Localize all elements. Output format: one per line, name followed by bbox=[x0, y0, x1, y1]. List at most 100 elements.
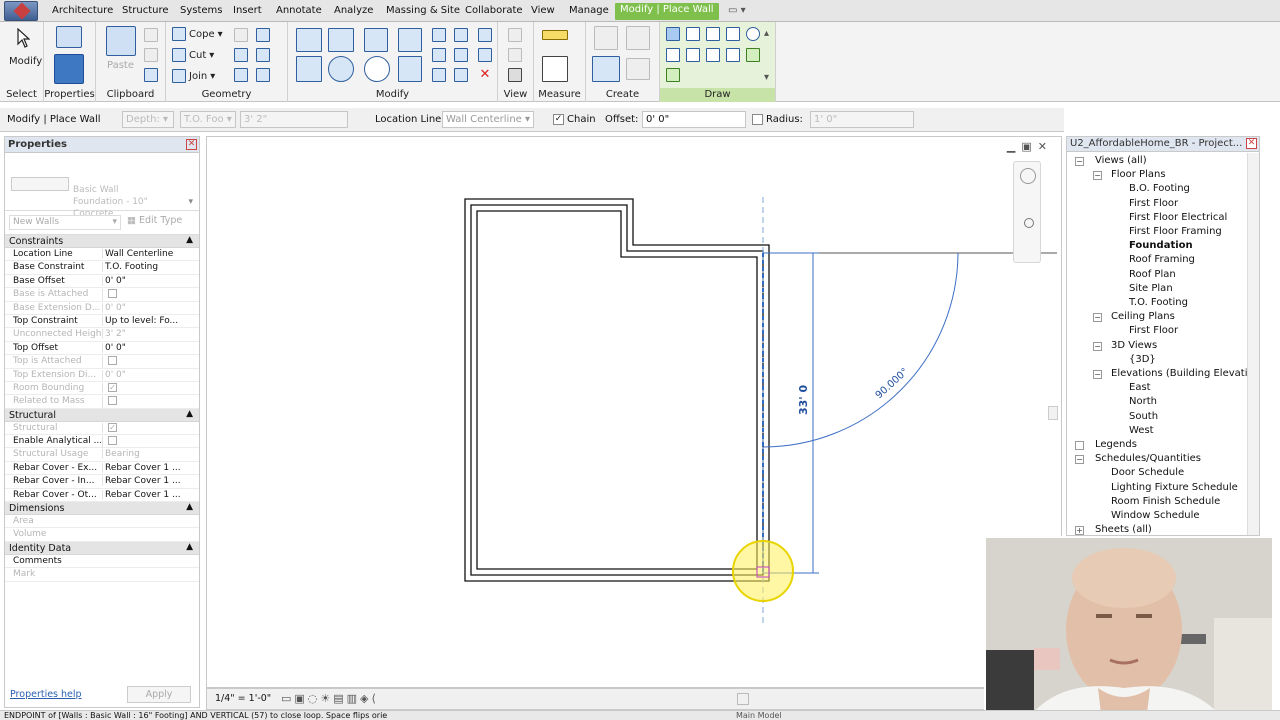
collapse-icon[interactable]: ▲ bbox=[186, 502, 193, 512]
collapse-icon[interactable] bbox=[1075, 441, 1084, 450]
collapse-icon[interactable]: − bbox=[1093, 370, 1102, 379]
aligned-dimension-icon[interactable] bbox=[542, 56, 568, 82]
foundation-walls[interactable] bbox=[464, 198, 770, 582]
property-row[interactable]: Base Offset 0' 0" bbox=[5, 275, 199, 289]
property-row[interactable]: Rebar Cover - In... Rebar Cover 1 ... bbox=[5, 475, 199, 489]
split-gap-icon[interactable] bbox=[454, 28, 468, 42]
property-row[interactable]: Location Line Wall Centerline bbox=[5, 248, 199, 262]
collapse-icon[interactable]: − bbox=[1075, 157, 1084, 166]
property-row[interactable]: Comments bbox=[5, 555, 199, 569]
collapse-icon[interactable]: ▲ bbox=[186, 235, 193, 245]
tab-insert[interactable]: Insert bbox=[233, 5, 262, 16]
collapse-icon[interactable]: ▲ bbox=[186, 409, 193, 419]
length-dimension-text[interactable]: 33' 0 bbox=[797, 384, 810, 415]
zoom-icon[interactable] bbox=[1024, 218, 1034, 228]
tab-manage[interactable]: Manage bbox=[569, 5, 609, 16]
property-row[interactable]: Base Constraint T.O. Footing bbox=[5, 261, 199, 275]
delete-icon[interactable]: ✕ bbox=[478, 68, 492, 82]
browser-item-floor-plans[interactable]: Floor Plans bbox=[1111, 169, 1166, 180]
join-button[interactable]: Join ▾ bbox=[172, 69, 215, 83]
trim-extend-multiple-icon[interactable] bbox=[454, 68, 468, 82]
property-row[interactable]: Enable Analytical ... bbox=[5, 435, 199, 449]
browser-item-lighting-fixture-schedule[interactable]: Lighting Fixture Schedule bbox=[1111, 482, 1238, 493]
browser-item-roof-plan[interactable]: Roof Plan bbox=[1129, 269, 1176, 280]
location-line-select[interactable]: Wall Centerline ▾ bbox=[442, 111, 534, 128]
close-icon[interactable]: ✕ bbox=[186, 139, 197, 150]
cut-button[interactable]: Cut ▾ bbox=[172, 48, 214, 62]
fillet-arc-icon[interactable] bbox=[726, 48, 740, 62]
view-scale[interactable]: 1/4" = 1'-0" bbox=[215, 693, 271, 704]
circumscribed-polygon-icon[interactable] bbox=[726, 27, 740, 41]
property-group-structural[interactable]: Structural ▲ bbox=[5, 408, 199, 422]
trim-extend-single-icon[interactable] bbox=[432, 68, 446, 82]
browser-item-door-schedule[interactable]: Door Schedule bbox=[1111, 467, 1184, 478]
property-row[interactable]: Top Constraint Up to level: Fo... bbox=[5, 315, 199, 329]
browser-item-ceiling-plans[interactable]: Ceiling Plans bbox=[1111, 311, 1175, 322]
property-value[interactable]: Rebar Cover 1 ... bbox=[102, 489, 197, 500]
inscribed-polygon-icon[interactable] bbox=[706, 27, 720, 41]
drawing-area[interactable]: ▁▣✕ 33' 0 90.000° bbox=[206, 136, 1062, 688]
navigation-bar[interactable] bbox=[1013, 161, 1041, 263]
tab-systems[interactable]: Systems bbox=[180, 5, 223, 16]
property-value[interactable]: T.O. Footing bbox=[102, 262, 197, 273]
panel-toggle-icon[interactable]: ▭ ▾ bbox=[728, 5, 746, 16]
property-value[interactable]: 0' 0" bbox=[102, 275, 197, 286]
view-control-icons[interactable]: ▭▣◌☀▤▥◈⟨ bbox=[281, 692, 379, 705]
collapse-icon[interactable]: ▲ bbox=[186, 542, 193, 552]
unpin-icon[interactable] bbox=[478, 28, 492, 42]
scale-icon[interactable] bbox=[454, 48, 468, 62]
demolish-icon[interactable] bbox=[234, 48, 248, 62]
property-row[interactable]: Rebar Cover - Ex... Rebar Cover 1 ... bbox=[5, 462, 199, 476]
hammer-icon[interactable] bbox=[256, 68, 270, 82]
browser-item-sheets-all[interactable]: Sheets (all) bbox=[1095, 524, 1152, 535]
property-group-constraints[interactable]: Constraints ▲ bbox=[5, 235, 199, 248]
align-icon[interactable] bbox=[296, 28, 322, 52]
collapse-icon[interactable]: − bbox=[1093, 313, 1102, 323]
array-icon[interactable] bbox=[432, 48, 446, 62]
browser-item-views-all[interactable]: Views (all) bbox=[1095, 155, 1147, 166]
property-row[interactable]: Top Offset 0' 0" bbox=[5, 342, 199, 356]
property-value[interactable]: Rebar Cover 1 ... bbox=[102, 462, 197, 473]
collapse-icon[interactable]: − bbox=[1075, 455, 1084, 465]
browser-item-elevations-building-elevation[interactable]: Elevations (Building Elevation) bbox=[1111, 368, 1259, 379]
browser-item-3d-views[interactable]: 3D Views bbox=[1111, 340, 1157, 351]
offset-input[interactable]: 0' 0" bbox=[642, 111, 746, 128]
tangent-arc-icon[interactable] bbox=[706, 48, 720, 62]
measure-icon[interactable] bbox=[542, 30, 568, 40]
browser-item-south[interactable]: South bbox=[1129, 411, 1158, 422]
cursor-arrow-icon[interactable] bbox=[16, 28, 30, 48]
browser-item-first-floor-electrical[interactable]: First Floor Electrical bbox=[1129, 212, 1227, 223]
chain-checkbox[interactable]: ✓ bbox=[553, 114, 564, 125]
create-group-icon[interactable] bbox=[592, 56, 620, 82]
line-tool-icon[interactable] bbox=[666, 27, 680, 41]
browser-item-t-o-footing[interactable]: T.O. Footing bbox=[1129, 297, 1188, 308]
floor-plan-drawing[interactable]: 33' 0 90.000° bbox=[207, 137, 1062, 688]
browser-item-foundation[interactable]: Foundation bbox=[1129, 240, 1193, 251]
offset-icon[interactable] bbox=[328, 28, 354, 52]
browser-close-icon[interactable]: ✕ bbox=[1246, 138, 1257, 149]
steering-wheel-icon[interactable] bbox=[1020, 168, 1036, 184]
expand-icon[interactable]: + bbox=[1075, 526, 1084, 535]
horizontal-scroll-thumb[interactable] bbox=[737, 693, 749, 705]
type-properties-icon[interactable] bbox=[56, 26, 82, 48]
scroll-thumb[interactable] bbox=[1048, 406, 1058, 420]
tab-massing-site[interactable]: Massing & Site bbox=[386, 5, 460, 16]
edit-profile-icon[interactable] bbox=[234, 68, 248, 82]
browser-item-3d[interactable]: {3D} bbox=[1129, 354, 1156, 365]
type-selector[interactable]: Basic Wall Foundation - 10" Concrete ▾ bbox=[5, 153, 199, 219]
wall-joins-icon[interactable] bbox=[256, 28, 270, 42]
rectangle-tool-icon[interactable] bbox=[686, 27, 700, 41]
tab-structure[interactable]: Structure bbox=[122, 5, 169, 16]
property-group-dimensions[interactable]: Dimensions ▲ bbox=[5, 502, 199, 516]
mirror-pick-axis-icon[interactable] bbox=[364, 28, 388, 52]
cope-button[interactable]: Cope ▾ bbox=[172, 27, 223, 41]
instance-filter-select[interactable]: New Walls ▾ bbox=[9, 215, 121, 230]
paint-icon[interactable] bbox=[256, 48, 270, 62]
linework-icon[interactable] bbox=[508, 68, 522, 82]
draw-scroll-up-icon[interactable]: ▴ bbox=[764, 28, 769, 39]
chevron-down-icon[interactable]: ▾ bbox=[188, 197, 193, 207]
properties-palette-icon[interactable] bbox=[54, 54, 84, 84]
property-checkbox[interactable] bbox=[108, 436, 117, 446]
tab-analyze[interactable]: Analyze bbox=[334, 5, 373, 16]
browser-item-east[interactable]: East bbox=[1129, 382, 1151, 393]
